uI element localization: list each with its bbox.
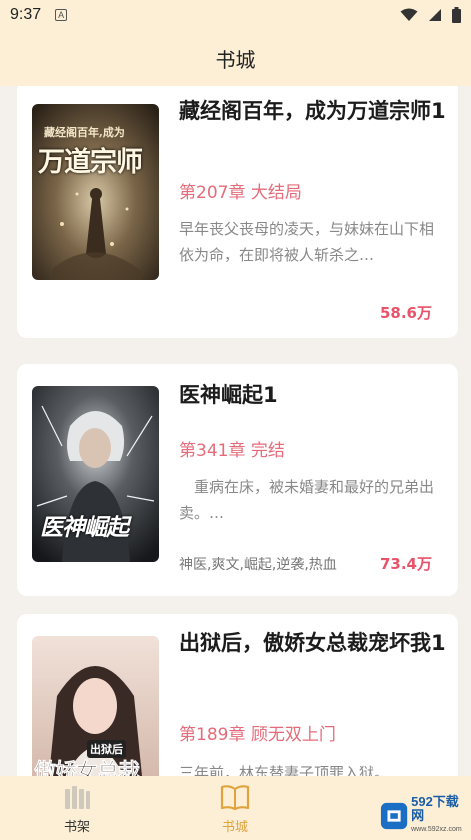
tab-bookstore[interactable]: 书城 <box>195 782 275 835</box>
book-title[interactable]: 藏经阁百年，成为万道宗师1 <box>179 94 449 128</box>
view-count: 58.6万 <box>379 304 432 322</box>
cover-title: 万道宗师 <box>38 147 143 178</box>
page-title: 书城 <box>215 47 256 72</box>
open-book-icon <box>220 785 250 811</box>
watermark: 592下载网 www.592xz.com <box>380 794 468 835</box>
book-description: 三年前，林东替妻子顶罪入狱。 <box>179 764 390 776</box>
tab-bookshelf-label: 书架 <box>63 820 90 835</box>
latest-chapter: 第341章 完结 <box>179 441 285 461</box>
watermark-brand: 592下载网 <box>411 794 459 823</box>
view-count: 73.4万 <box>379 555 432 573</box>
book-list[interactable]: 藏经阁百年,成为 万道宗师 藏经阁百年，成为万道宗师1 第207章 大结局 早年… <box>0 86 471 776</box>
book-cover[interactable]: 藏经阁百年,成为 万道宗师 <box>32 104 159 280</box>
notification-icon: A <box>55 9 68 21</box>
book-card[interactable]: 藏经阁百年,成为 万道宗师 藏经阁百年，成为万道宗师1 第207章 大结局 早年… <box>17 86 458 338</box>
cover-title: 医神崛起 <box>40 514 129 541</box>
status-icons <box>400 7 461 23</box>
cover-title: 傲娇女总裁 <box>34 759 141 776</box>
bookshelf-icon <box>65 786 90 809</box>
book-cover[interactable]: 出狱后 傲娇女总裁 <box>32 636 159 776</box>
battery-icon <box>452 7 461 23</box>
book-card[interactable]: 出狱后 傲娇女总裁 出狱后，傲娇女总裁宠坏我1 第189章 顾无双上门 三年前，… <box>17 614 458 776</box>
app-header: 书城 <box>0 30 471 86</box>
book-cover[interactable]: 医神崛起 <box>32 386 159 562</box>
latest-chapter: 第189章 顾无双上门 <box>179 725 336 745</box>
watermark-logo-icon <box>380 802 408 830</box>
book-description: 重病在床，被未婚妻和最好的兄弟出卖。… <box>179 478 435 522</box>
cover-subtitle: 藏经阁百年,成为 <box>44 126 125 139</box>
book-card[interactable]: 医神崛起 医神崛起1 第341章 完结 重病在床，被未婚妻和最好的兄弟出卖。… … <box>17 364 458 596</box>
tab-bookshelf[interactable]: 书架 <box>37 782 117 835</box>
book-tags: 神医,爽文,崛起,逆袭,热血 <box>179 557 337 573</box>
book-title[interactable]: 出狱后，傲娇女总裁宠坏我1 <box>179 626 449 660</box>
latest-chapter: 第207章 大结局 <box>179 183 302 203</box>
status-time: 9:37 <box>10 6 42 23</box>
status-bar: 9:37 A <box>0 0 471 30</box>
signal-icon <box>429 9 441 21</box>
book-title[interactable]: 医神崛起1 <box>179 378 449 412</box>
tab-bookstore-label: 书城 <box>221 820 248 835</box>
wifi-icon <box>400 8 418 21</box>
watermark-url: www.592xz.com <box>411 826 462 833</box>
book-description: 早年丧父丧母的凌天，与妹妹在山下相依为命，在即将被人斩杀之… <box>179 220 435 264</box>
